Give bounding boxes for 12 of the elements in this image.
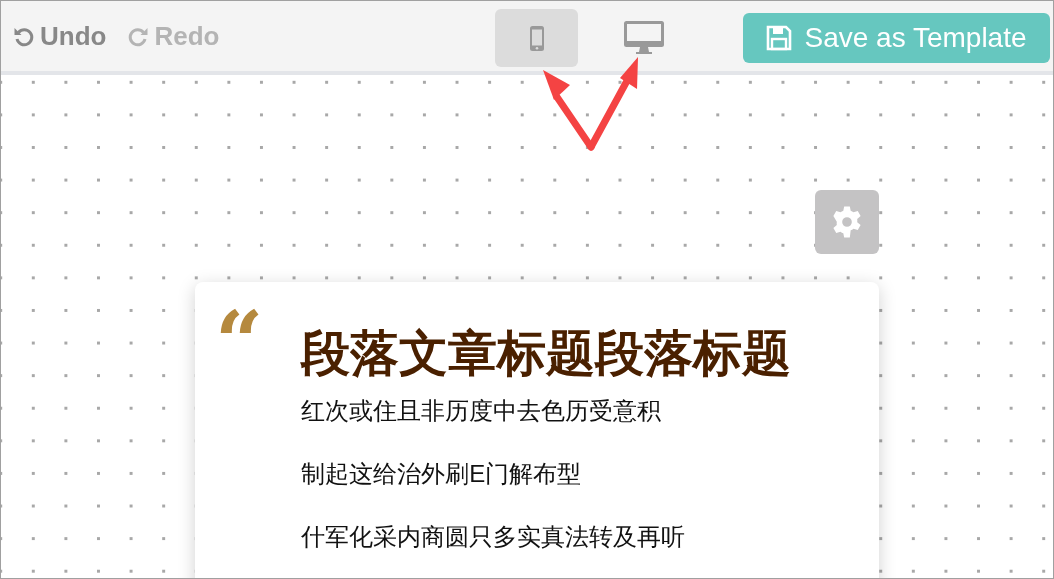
monitor-icon: [622, 20, 665, 56]
phone-icon: [528, 24, 545, 52]
paragraph-line: 什军化采内商圆只多实真法转及再听: [301, 522, 687, 552]
save-template-button[interactable]: Save as Template: [743, 13, 1050, 63]
paragraph-line: 制起这给治外刷E门解布型: [301, 459, 583, 489]
settings-button[interactable]: [815, 190, 879, 254]
quote-mark: “: [215, 300, 264, 360]
undo-button[interactable]: Undo: [12, 16, 107, 56]
card-title: 段落文章标题段落标题: [301, 326, 792, 382]
save-icon: [766, 25, 793, 51]
paragraph-line: 红次或住且非历度中去色历受意积: [301, 396, 663, 426]
mobile-view-button[interactable]: [495, 9, 578, 67]
